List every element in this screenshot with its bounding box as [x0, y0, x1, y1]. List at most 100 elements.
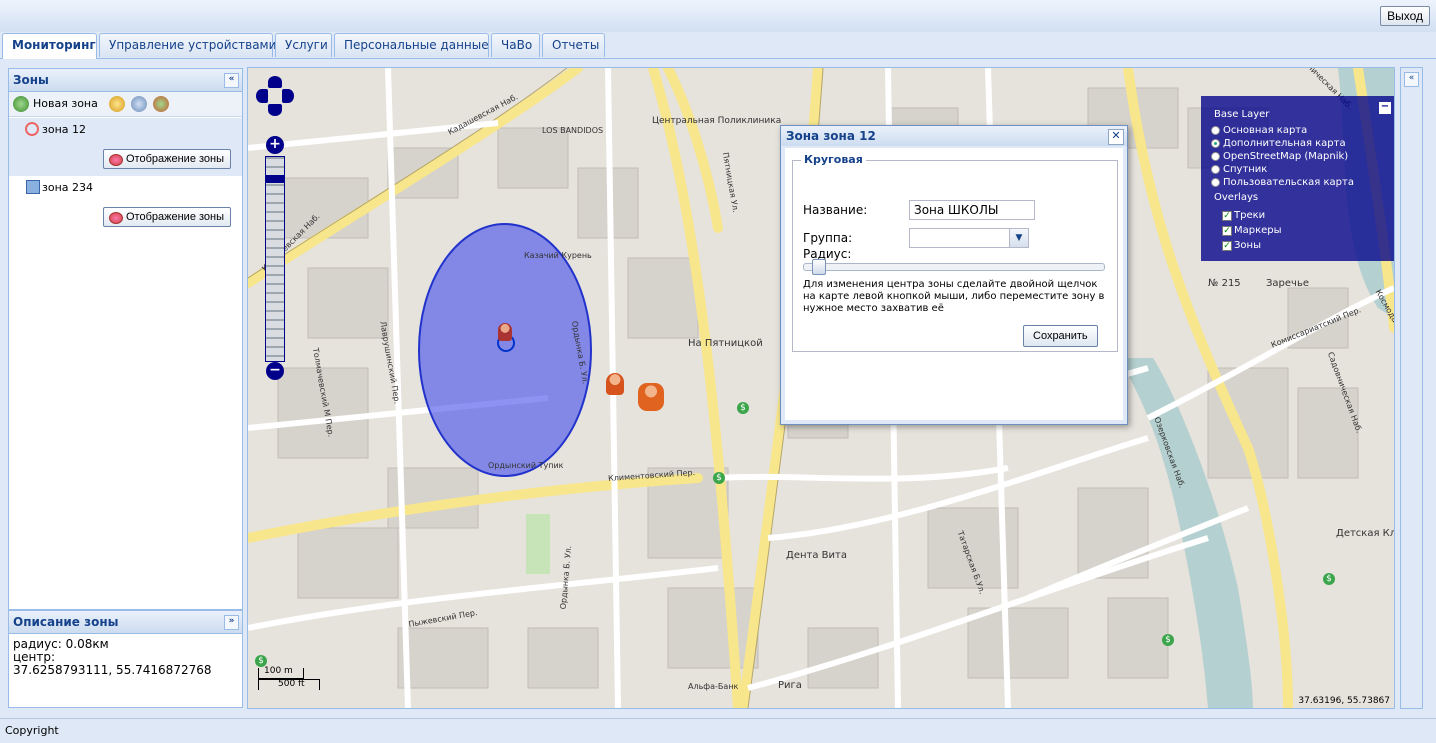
zone-show-icon	[109, 154, 123, 166]
bank-icon: $	[1323, 573, 1335, 585]
radius-slider[interactable]	[803, 259, 1105, 275]
overlays-title: Overlays	[1214, 192, 1259, 203]
base-layer-option[interactable]: Спутник	[1211, 164, 1267, 176]
base-layer-title: Base Layer	[1214, 109, 1270, 120]
top-bar: Выход	[0, 0, 1436, 33]
show-zone-button-1[interactable]: Отображение зоны	[103, 149, 232, 169]
scale-bar: 100 m 500 ft	[258, 666, 320, 694]
globe-delete-icon[interactable]	[153, 96, 169, 112]
chevron-down-icon[interactable]: ▼	[1009, 229, 1028, 247]
layer-switcher: − Base Layer Основная карта Дополнительн…	[1201, 96, 1394, 261]
bank-icon: $	[713, 472, 725, 484]
group-label: Группа:	[803, 231, 853, 245]
checkbox-checked-icon[interactable]: ✓	[1222, 211, 1232, 221]
expand-right-icon[interactable]: «	[1404, 72, 1419, 87]
zone-center-marker-icon[interactable]	[498, 323, 512, 341]
dialog-header: Зона зона 12 ✕	[781, 126, 1127, 146]
checkbox-checked-icon[interactable]: ✓	[1222, 241, 1232, 251]
zone-description-panel: Описание зоны » радиус: 0.08км центр: 37…	[8, 610, 243, 708]
tab-monitoring[interactable]: Мониторинг	[2, 33, 97, 59]
checkbox-checked-icon[interactable]: ✓	[1222, 226, 1232, 236]
street-label-ordynsky: Ордынский Тупик	[488, 461, 564, 470]
globe-add-icon[interactable]	[13, 96, 29, 112]
poi-label-alfabank: Альфа-Банк	[688, 682, 739, 691]
zone-name-2[interactable]: зона 234	[42, 181, 93, 194]
pan-right-icon[interactable]	[282, 89, 294, 103]
zoom-out-button[interactable]: −	[266, 362, 284, 380]
bank-icon: $	[737, 402, 749, 414]
pan-down-icon[interactable]	[268, 104, 282, 116]
overlay-option[interactable]: ✓ Маркеры	[1222, 225, 1282, 237]
poi-label-riga: Рига	[778, 680, 802, 691]
zones-panel: Зоны « Новая зона зона 12 Отображение зо…	[8, 68, 243, 610]
zoom-slider-handle[interactable]	[265, 175, 285, 183]
edit-pencil-icon[interactable]	[109, 96, 125, 112]
description-panel-title: Описание зоны	[13, 615, 119, 629]
minimize-layers-icon[interactable]: −	[1379, 102, 1391, 114]
new-zone-button[interactable]: Новая зона	[33, 97, 98, 110]
user-group-marker-icon[interactable]	[638, 383, 664, 411]
footer: Copyright	[0, 718, 1436, 743]
radio-icon[interactable]	[1211, 178, 1220, 187]
circle-zone-icon	[25, 122, 39, 136]
description-panel-header: Описание зоны »	[9, 611, 242, 634]
tab-reports[interactable]: Отчеты	[542, 33, 605, 57]
tab-devices[interactable]: Управление устройствами	[99, 33, 276, 57]
poi-label-los-bandidos: LOS BANDIDOS	[542, 126, 604, 135]
radio-icon[interactable]	[1211, 152, 1220, 161]
dialog-title: Зона зона 12	[786, 129, 876, 143]
poi-label-polyclinic: Центральная Поликлиника	[652, 116, 782, 126]
radio-icon[interactable]	[1211, 165, 1220, 174]
zone-hint-text: Для изменения центра зоны сделайте двойн…	[803, 279, 1105, 314]
zone-show-icon	[109, 212, 123, 224]
group-select[interactable]: ▼	[909, 228, 1029, 248]
zones-panel-title: Зоны	[13, 73, 49, 87]
expand-icon[interactable]: »	[224, 615, 239, 630]
zoom-slider[interactable]	[265, 156, 285, 362]
pan-left-icon[interactable]	[256, 89, 268, 103]
main-tabs: Мониторинг Управление устройствами Услуг…	[0, 32, 1436, 59]
poi-label-kazachiy: Казачий Курень	[524, 251, 592, 260]
overlay-option[interactable]: ✓ Треки	[1222, 210, 1265, 222]
scale-metric: 100 m	[264, 666, 293, 676]
close-icon[interactable]: ✕	[1108, 129, 1124, 145]
radio-icon[interactable]	[1211, 126, 1220, 135]
poi-label-school: № 215	[1208, 278, 1241, 289]
bank-icon: $	[1162, 634, 1174, 646]
wrench-icon[interactable]	[131, 96, 147, 112]
fieldset-legend: Круговая	[801, 153, 866, 166]
pan-control	[256, 76, 294, 116]
tab-personal-data[interactable]: Персональные данные	[334, 33, 489, 57]
circle-zone-fieldset: Круговая Название: Группа: ▼ Радиус: Для…	[792, 153, 1118, 352]
zones-toolbar: Новая зона	[9, 92, 242, 117]
zone-name-input[interactable]	[909, 200, 1035, 220]
polygon-zone-icon	[26, 180, 40, 194]
collapse-left-icon[interactable]: «	[224, 73, 239, 88]
zone-center-value: 37.6258793111, 55.7416872768	[13, 663, 212, 677]
base-layer-option[interactable]: OpenStreetMap (Mapnik)	[1211, 151, 1348, 163]
poi-label-denta: Дента Вита	[786, 550, 847, 561]
right-collapsed-panel: «	[1400, 67, 1423, 709]
pan-up-icon[interactable]	[268, 76, 282, 88]
radius-slider-thumb[interactable]	[811, 259, 826, 275]
zones-panel-header: Зоны «	[9, 69, 242, 92]
logout-button[interactable]: Выход	[1380, 6, 1430, 26]
overlay-option[interactable]: ✓ Зоны	[1222, 240, 1261, 252]
user-marker-icon[interactable]	[606, 373, 624, 395]
save-button[interactable]: Сохранить	[1023, 325, 1098, 347]
radio-selected-icon[interactable]	[1211, 139, 1220, 148]
copyright-text: Copyright	[5, 724, 59, 737]
tab-services[interactable]: Услуги	[275, 33, 332, 57]
poi-label-na-pyatnitskoy: На Пятницкой	[688, 338, 763, 349]
mouse-coordinates: 37.63196, 55.73867	[1298, 696, 1390, 706]
tab-faq[interactable]: ЧаВо	[491, 33, 540, 57]
base-layer-option[interactable]: Основная карта	[1211, 125, 1307, 137]
zone-name-1: зона 12	[42, 123, 87, 136]
scale-imperial: 500 ft	[278, 679, 305, 689]
zoom-in-button[interactable]: +	[266, 136, 284, 154]
show-zone-button-2[interactable]: Отображение зоны	[103, 207, 232, 227]
dialog-body: Круговая Название: Группа: ▼ Радиус: Для…	[785, 148, 1123, 420]
base-layer-option[interactable]: Пользовательская карта	[1211, 177, 1354, 189]
base-layer-option[interactable]: Дополнительная карта	[1211, 138, 1346, 150]
name-label: Название:	[803, 203, 868, 217]
